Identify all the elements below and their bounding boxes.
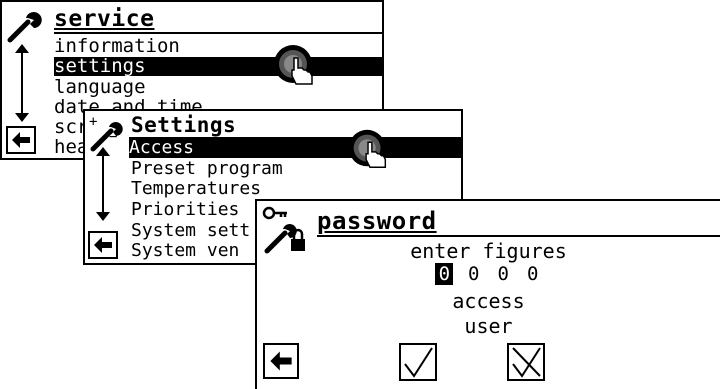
password-screen: password enter figures 0 0 0 0 access us… [255,199,720,389]
page-title: password [317,207,437,235]
password-digits[interactable]: 0 0 0 0 [257,263,720,285]
access-label: access [452,289,525,313]
page-title: service [54,6,155,32]
back-button[interactable] [6,126,36,154]
page-title: Settings [131,113,237,137]
scrollbar[interactable] [12,44,32,122]
confirm-button[interactable] [399,343,437,381]
back-button[interactable] [88,231,118,259]
menu-item-system-settings[interactable]: System sett [131,222,250,240]
title-divider [54,32,382,34]
title-divider [317,235,720,237]
rotary-knob-hand-icon[interactable] [270,44,320,86]
checkmark-icon [404,347,433,378]
prompt-text: enter figures [410,239,567,263]
password-digit-3[interactable]: 0 [494,263,512,285]
cancel-button[interactable] [507,343,545,381]
access-value: user [464,314,513,338]
password-digit-1[interactable]: 0 [435,263,454,285]
wrench-icon [7,12,42,43]
svg-text:+: + [89,114,97,130]
menu-item-access[interactable]: Access [129,139,461,158]
password-digit-4[interactable]: 0 [524,263,542,285]
cross-checkmark-icon [512,347,541,378]
rotary-knob-hand-icon[interactable] [345,127,393,171]
menu-item-language[interactable]: language [54,78,146,97]
back-arrow-icon [94,237,112,253]
scroll-down-arrow-icon [15,113,29,122]
back-button[interactable] [263,343,299,379]
menu-item-priorities[interactable]: Priorities [131,201,239,219]
password-digit-2[interactable]: 0 [465,263,483,285]
menu-item-information[interactable]: information [54,37,180,56]
menu-item-system-ventilation[interactable]: System ven [131,242,239,260]
menu-item-settings[interactable]: settings [54,57,382,76]
menu-item-preset-program[interactable]: Preset program [131,160,283,178]
scrollbar[interactable] [93,147,113,221]
back-arrow-icon [12,132,30,148]
scroll-down-arrow-icon [96,212,110,221]
back-arrow-icon [270,351,292,371]
menu-item-temperatures[interactable]: Temperatures [131,180,261,198]
